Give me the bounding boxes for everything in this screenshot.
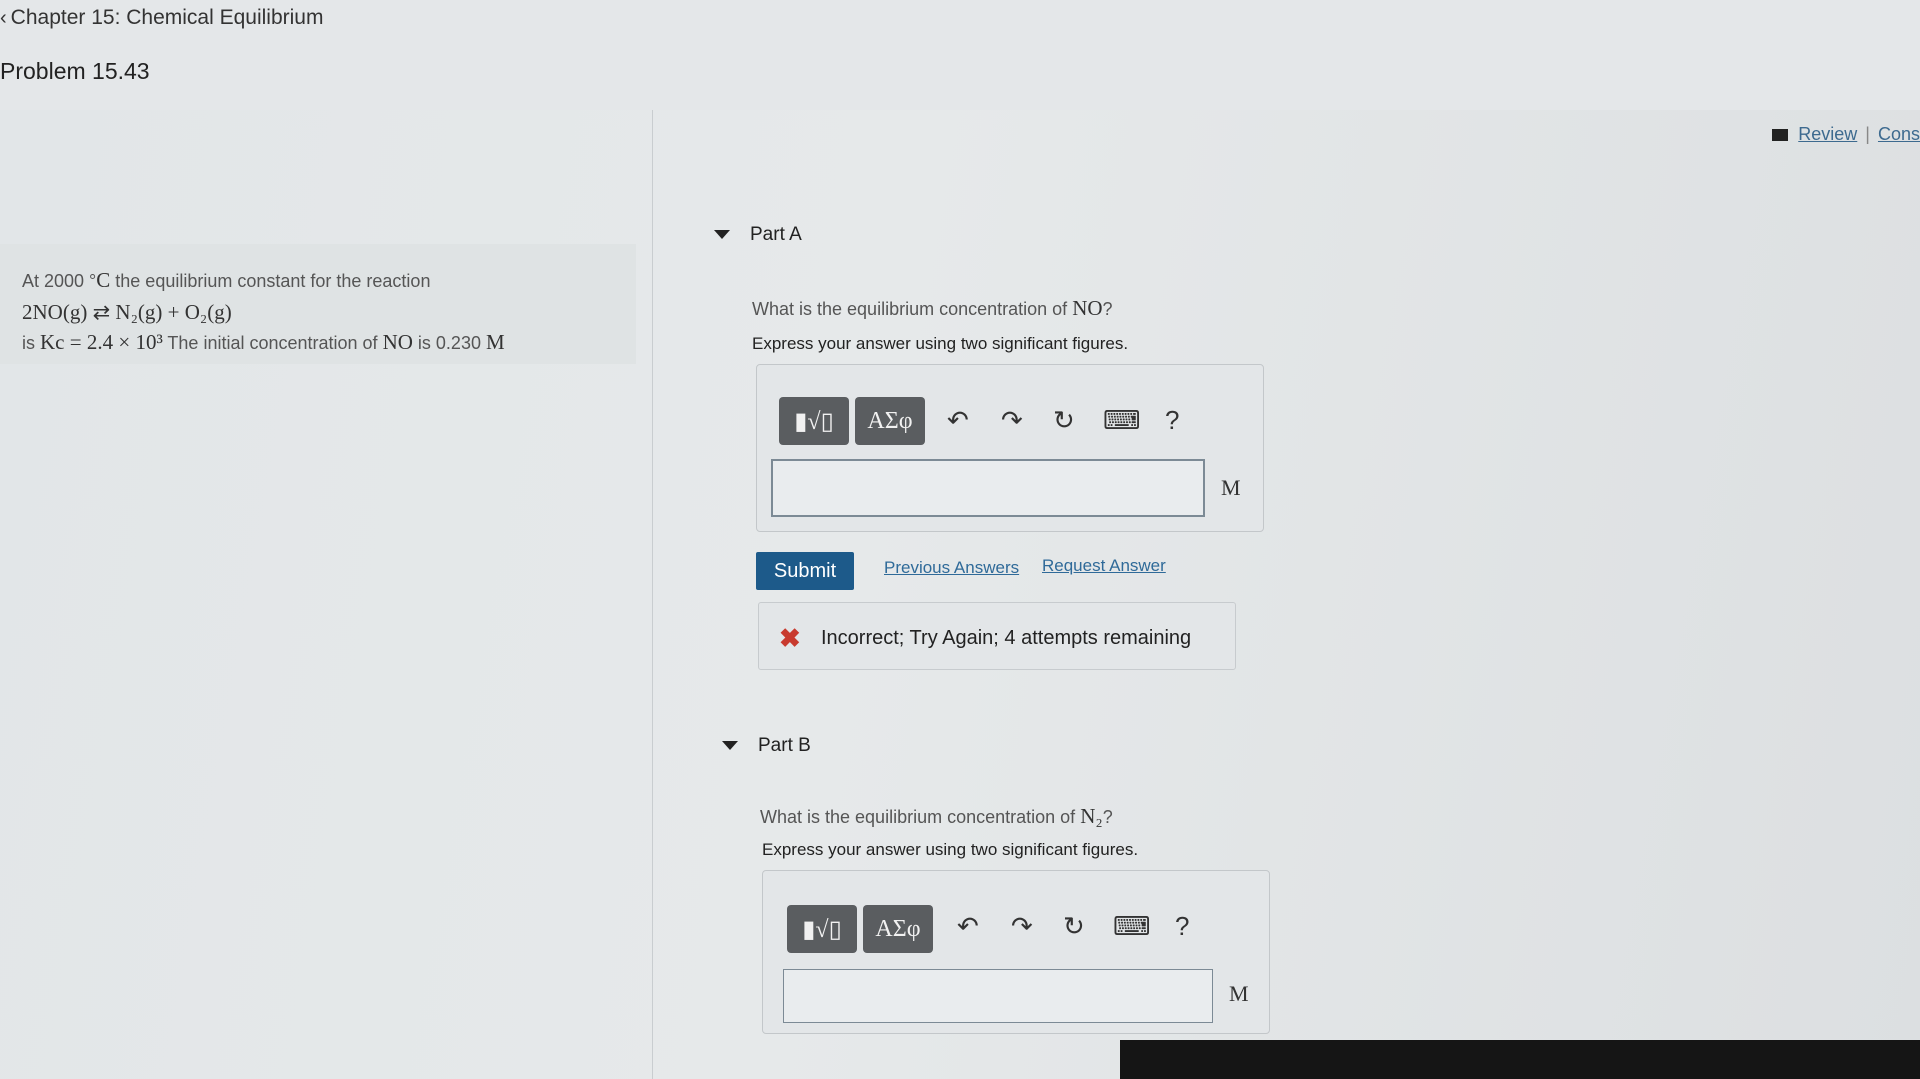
part-a-answer-input[interactable]: [771, 459, 1205, 517]
column-divider: [652, 110, 653, 1079]
question-mark: ?: [1102, 807, 1113, 827]
statement-is: is: [22, 333, 35, 353]
constants-link[interactable]: Cons: [1878, 124, 1920, 144]
statement-celsius: C: [96, 268, 111, 292]
help-icon[interactable]: ?: [1175, 911, 1189, 942]
part-b-answer-box: ▮√▯ ΑΣφ ↶ ↷ ↻ ⌨ ? M: [762, 870, 1270, 1034]
problem-title: Problem 15.43: [0, 58, 150, 84]
part-a-unit: M: [1221, 475, 1241, 500]
link-separator: |: [1865, 124, 1870, 144]
reset-icon[interactable]: ↻: [1063, 911, 1085, 942]
redo-icon[interactable]: ↷: [1011, 911, 1033, 942]
symbols-button[interactable]: ΑΣφ: [855, 397, 925, 445]
symbols-button[interactable]: ΑΣφ: [863, 905, 933, 953]
undo-icon[interactable]: ↶: [957, 911, 979, 942]
part-a-label: Part A: [750, 224, 802, 245]
initial-concentration: is 0.230: [417, 333, 481, 353]
undo-icon[interactable]: ↶: [947, 405, 969, 436]
submit-button[interactable]: Submit: [756, 552, 854, 590]
templates-button[interactable]: ▮√▯: [787, 905, 857, 953]
question-species: NO: [1072, 296, 1103, 320]
review-link[interactable]: Review: [1798, 124, 1857, 144]
question-text: What is the equilibrium concentration of: [760, 807, 1076, 827]
chevron-left-icon: ‹: [0, 7, 7, 29]
redo-icon[interactable]: ↷: [1001, 405, 1023, 436]
part-b-unit: M: [1229, 981, 1249, 1006]
statement-line-1: At 2000 °C the equilibrium constant for …: [22, 268, 430, 293]
previous-answers-link[interactable]: Previous Answers: [884, 558, 1019, 578]
statement-text: the equilibrium constant for the reactio…: [115, 271, 431, 291]
top-bar: ‹ Chapter 15: Chemical Equilibrium Proble…: [0, 0, 1920, 110]
back-to-chapter-link[interactable]: ‹ Chapter 15: Chemical Equilibrium: [0, 6, 323, 30]
part-a-question: What is the equilibrium concentration of…: [752, 296, 1113, 321]
question-text: What is the equilibrium concentration of: [752, 299, 1068, 319]
problem-statement: At 2000 °C the equilibrium constant for …: [0, 244, 636, 364]
keyboard-icon[interactable]: ⌨: [1113, 911, 1151, 942]
part-a-answer-box: ▮√▯ ΑΣφ ↶ ↷ ↻ ⌨ ? M: [756, 364, 1264, 532]
feedback-text: Incorrect; Try Again; 4 attempts remaini…: [821, 627, 1192, 649]
screen-bezel: [1120, 1040, 1920, 1079]
statement-unit: M: [485, 330, 505, 354]
reset-icon[interactable]: ↻: [1053, 405, 1075, 436]
part-a-instruction: Express your answer using two significan…: [752, 334, 1129, 353]
templates-button[interactable]: ▮√▯: [779, 397, 849, 445]
feedback-message: ✖ Incorrect; Try Again; 4 attempts remai…: [758, 602, 1236, 670]
keyboard-icon[interactable]: ⌨: [1103, 405, 1141, 436]
part-a-header[interactable]: Part A: [714, 224, 802, 246]
statement-line-3: is Kc = 2.4 × 10³ The initial concentrat…: [22, 330, 505, 355]
statement-temp: At 2000 °: [22, 271, 97, 291]
part-b-label: Part B: [758, 735, 811, 756]
question-mark: ?: [1102, 299, 1113, 319]
kc-value: Kc = 2.4 × 10³: [40, 330, 163, 354]
part-b-question: What is the equilibrium concentration of…: [760, 804, 1113, 829]
part-b-instruction: Express your answer using two significan…: [762, 840, 1139, 859]
help-icon[interactable]: ?: [1165, 405, 1179, 436]
part-b-header[interactable]: Part B: [722, 735, 811, 757]
review-links: Review | Cons: [1772, 124, 1920, 145]
request-answer-link[interactable]: Request Answer: [1042, 556, 1166, 576]
collapse-triangle-icon: [722, 741, 738, 751]
reaction-equation: 2NO(g) ⇄ N₂(g) + O₂(g): [22, 300, 232, 324]
question-species: N₂: [1080, 804, 1103, 828]
book-icon: [1772, 129, 1789, 142]
statement-initial: The initial concentration of: [167, 333, 378, 353]
statement-no: NO: [382, 330, 413, 354]
back-link-label: Chapter 15: Chemical Equilibrium: [10, 6, 324, 29]
error-x-icon: ✖: [779, 623, 801, 653]
collapse-triangle-icon: [714, 230, 730, 240]
part-b-answer-input[interactable]: [783, 969, 1213, 1023]
